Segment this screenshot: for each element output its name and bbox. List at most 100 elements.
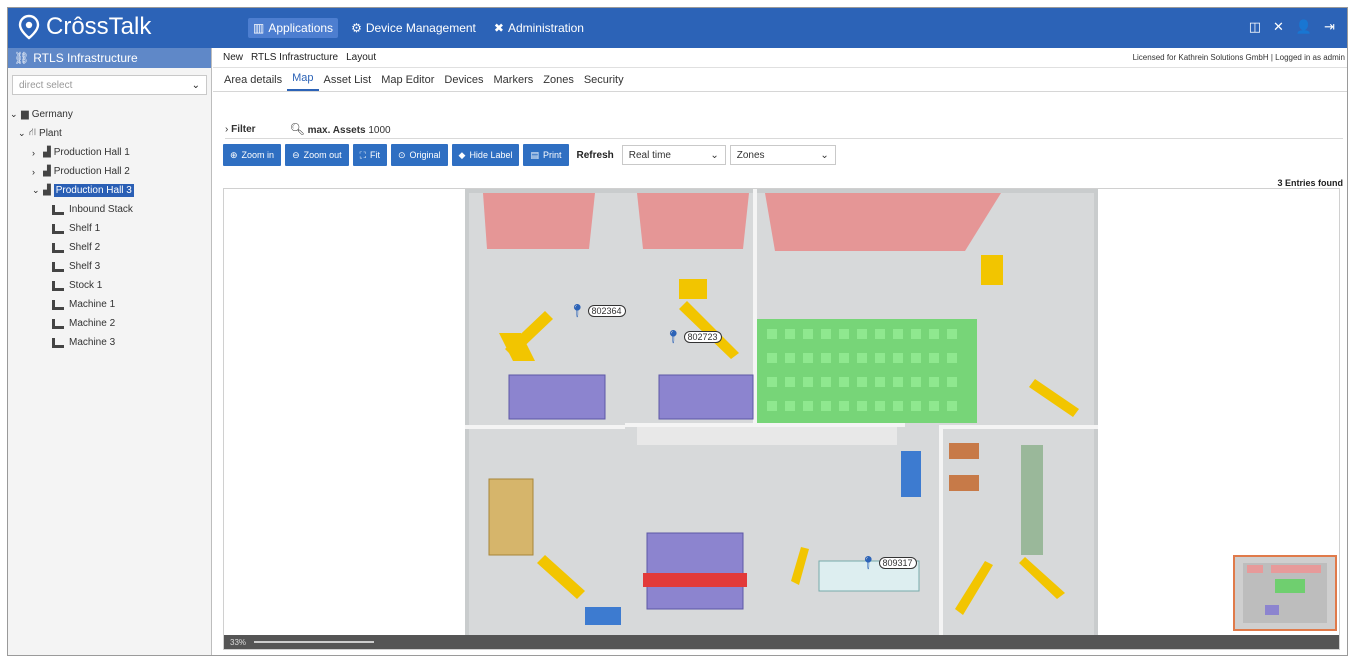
tree-node-inbound-stack[interactable]: Inbound Stack (10, 200, 211, 219)
divider (225, 138, 1343, 139)
hide-label-label: Hide Label (469, 150, 513, 160)
shelf-icon (52, 280, 64, 291)
wall (753, 189, 757, 425)
filter-label: Filter (231, 123, 256, 135)
tree-node-production-hall-3[interactable]: ⌄ ▟ Production Hall 3 (10, 181, 211, 200)
map-viewport[interactable]: 📍︎ 802364 📍︎ 802723 📍︎ 809317 33% (223, 188, 1340, 650)
filter-toggle[interactable]: › Filter (225, 124, 256, 135)
entries-found: 3 Entries found (1277, 178, 1343, 188)
minimap[interactable] (1233, 555, 1337, 631)
caret-right-icon[interactable]: › (32, 148, 40, 158)
blue-vehicle[interactable] (585, 607, 621, 625)
floor-plan[interactable] (465, 189, 1098, 650)
breadcrumb-rtls-infrastructure[interactable]: RTLS Infrastructure (251, 52, 338, 63)
wall (943, 425, 1098, 429)
original-button[interactable]: ⊙ Original (390, 144, 448, 166)
tree-node-production-hall-1[interactable]: › ▟ Production Hall 1 (10, 143, 211, 162)
chevron-down-icon: ⌄ (710, 149, 719, 161)
max-assets-label: max. Assets (307, 125, 366, 136)
caret-down-icon[interactable]: ⌄ (32, 185, 40, 196)
tab-asset-list[interactable]: Asset List (319, 70, 377, 91)
zone-red-2[interactable] (637, 193, 749, 249)
asset-marker-802364[interactable]: 📍︎ 802364 (569, 303, 626, 319)
machine-shelf-1[interactable] (508, 374, 606, 420)
map-pin-icon: 📍︎ (665, 329, 682, 344)
tree-node-shelf-3[interactable]: Shelf 3 (10, 257, 211, 276)
machine-shelf-2[interactable] (658, 374, 754, 420)
fit-button[interactable]: ⛶ Fit (352, 144, 387, 166)
zoom-slider[interactable] (254, 641, 375, 643)
filter-row: › Filter 🔍︎ max. Assets 1000 (225, 122, 391, 136)
caret-down-icon[interactable]: ⌄ (10, 109, 18, 120)
breadcrumb-layout[interactable]: Layout (346, 52, 376, 63)
tab-area-details[interactable]: Area details (219, 70, 287, 91)
asset-marker-809317[interactable]: 📍︎ 809317 (860, 555, 917, 571)
forklift[interactable] (679, 279, 707, 299)
zoom-out-icon: ⊖ (292, 149, 300, 160)
app-logo[interactable]: CrôssTalk (18, 13, 151, 41)
max-assets-value: 1000 (368, 125, 391, 136)
zone-red-3[interactable] (765, 193, 1001, 251)
zoom-in-button[interactable]: ⊕ Zoom in (223, 144, 282, 166)
zoom-in-label: Zoom in (241, 150, 275, 160)
print-button[interactable]: ▤ Print (523, 144, 569, 166)
shelf-icon (52, 223, 64, 234)
user-icon[interactable]: 👤 (1296, 19, 1312, 35)
zoom-out-button[interactable]: ⊖ Zoom out (285, 144, 349, 166)
tree-node-machine-2[interactable]: Machine 2 (10, 314, 211, 333)
folder-icon: ▆ (21, 109, 29, 120)
nav-applications[interactable]: ▥ Applications (248, 18, 339, 38)
tree-node-shelf-2[interactable]: Shelf 2 (10, 238, 211, 257)
location-pin-icon (18, 14, 40, 40)
asset-marker-802723[interactable]: 📍︎ 802723 (665, 329, 722, 345)
tree-node-germany[interactable]: ⌄ ▆ Germany (10, 105, 211, 124)
tab-map-editor[interactable]: Map Editor (376, 70, 439, 91)
tab-zones[interactable]: Zones (538, 70, 579, 91)
nav-administration-label: Administration (507, 21, 584, 35)
breadcrumb: New RTLS Infrastructure Layout Licensed … (213, 48, 1347, 68)
zone-red-1[interactable] (483, 193, 595, 249)
blue-vehicle[interactable] (901, 451, 921, 497)
shelf-icon (52, 337, 64, 348)
fullscreen-icon[interactable]: ✕ (1273, 19, 1284, 35)
nav-device-management[interactable]: ⚙ Device Management (346, 18, 481, 38)
fit-label: Fit (369, 150, 380, 160)
tab-map[interactable]: Map (287, 68, 319, 91)
tree-node-production-hall-2[interactable]: › ▟ Production Hall 2 (10, 162, 211, 181)
zones-select[interactable]: Zones ⌄ (729, 145, 836, 165)
tree-node-machine-3[interactable]: Machine 3 (10, 333, 211, 352)
logout-icon[interactable]: ⇥ (1324, 19, 1335, 35)
machine-main[interactable] (646, 532, 744, 610)
magnifier-icon: ⊙ (397, 149, 406, 160)
breadcrumb-new[interactable]: New (223, 52, 243, 63)
tab-markers[interactable]: Markers (489, 70, 539, 91)
hide-label-button[interactable]: ◆ Hide Label (451, 144, 520, 166)
direct-select-placeholder: direct select (19, 79, 73, 91)
sidebar-title: ⛓ RTLS Infrastructure (8, 48, 211, 68)
zoom-out-label: Zoom out (303, 150, 342, 160)
search-icon: 🔍︎ (289, 122, 305, 136)
chevron-down-icon: ⌄ (191, 79, 200, 91)
inbound-stack[interactable] (488, 478, 534, 556)
caret-down-icon[interactable]: ⌄ (18, 128, 26, 139)
chevron-right-icon: › (225, 123, 229, 135)
sitemap-icon: ⛓ (14, 51, 30, 65)
tree-node-stock-1[interactable]: Stock 1 (10, 276, 211, 295)
tab-security[interactable]: Security (579, 70, 629, 91)
caret-right-icon[interactable]: › (32, 167, 40, 177)
wall (465, 425, 625, 429)
tab-devices[interactable]: Devices (439, 70, 488, 91)
forklift[interactable] (981, 255, 1003, 285)
tree-node-plant[interactable]: ⌄ ⛙ Plant (10, 124, 211, 143)
nav-administration[interactable]: ✖ Administration (489, 18, 589, 38)
layout-icon[interactable]: ◫ (1249, 19, 1261, 35)
tree-node-label: Machine 1 (69, 299, 116, 310)
tree-node-label: Plant (39, 128, 62, 139)
tree-node-label: Stock 1 (69, 280, 103, 291)
tree-node-machine-1[interactable]: Machine 1 (10, 295, 211, 314)
direct-select-dropdown[interactable]: direct select ⌄ (12, 75, 207, 95)
tree-node-label: Production Hall 3 (53, 184, 134, 197)
wall (625, 423, 905, 427)
refresh-select[interactable]: Real time ⌄ (621, 145, 726, 165)
tree-node-shelf-1[interactable]: Shelf 1 (10, 219, 211, 238)
